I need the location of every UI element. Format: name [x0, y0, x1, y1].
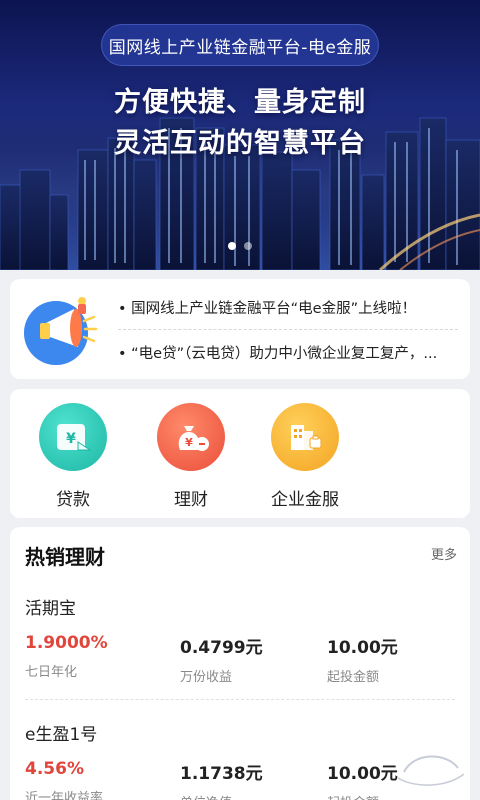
menu-item-loan[interactable]: ¥ 贷款: [18, 403, 128, 510]
rate-label: 近一年收益率: [25, 791, 104, 800]
loan-icon: ¥: [39, 403, 107, 471]
rate-value: 1.9000%: [25, 633, 108, 653]
product-card[interactable]: 活期宝 1.9000% 七日年化 0.4799元 万份收益 10.00元 起投金…: [25, 594, 455, 693]
menu-label: 企业金服: [271, 490, 339, 510]
money-bag-icon: ¥: [157, 403, 225, 471]
announcement-card: • 国网线上产业链金融平台“电e金服”上线啦！ • “电e贷”（云电贷）助力中小…: [10, 279, 470, 379]
carousel-dot-2[interactable]: [244, 242, 252, 250]
nav-value: 1.1738元: [180, 764, 263, 784]
svg-text:¥: ¥: [185, 436, 193, 449]
rate-label: 七日年化: [25, 665, 78, 680]
metric-nav: 1.1738元 单位净值: [180, 759, 263, 800]
min-invest-value: 10.00元: [327, 638, 398, 658]
metric-rate: 4.56% 近一年收益率: [25, 759, 103, 800]
announcement-item[interactable]: • 国网线上产业链金融平台“电e金服”上线啦！: [118, 297, 458, 318]
menu-label: 理财: [174, 490, 208, 510]
svg-text:¥: ¥: [66, 431, 76, 447]
section-title: 热销理财: [25, 545, 105, 569]
rate-value: 4.56%: [25, 759, 84, 779]
income-value: 0.4799元: [180, 638, 263, 658]
product-name: e生盈1号: [25, 725, 98, 745]
menu-item-wealth[interactable]: ¥ 理财: [136, 403, 246, 510]
announcement-item[interactable]: • “电e贷”（云电贷）助力中小微企业复工复产，...: [118, 342, 458, 363]
divider: [25, 699, 455, 700]
quick-menu: ¥ 贷款 ¥ 理财 企业金服: [10, 389, 470, 518]
banner-headline-1: 方便快捷、量身定制: [114, 87, 366, 118]
platform-name-pill: 国网线上产业链金融平台-电e金服: [101, 24, 379, 66]
megaphone-icon: [24, 297, 98, 365]
more-link[interactable]: 更多: [431, 544, 457, 563]
income-label: 万份收益: [180, 670, 233, 685]
menu-label: 贷款: [56, 490, 90, 510]
menu-item-corporate-finance[interactable]: 企业金服: [250, 403, 360, 510]
banner-headline-2: 灵活互动的智慧平台: [114, 128, 366, 159]
product-metrics: 1.9000% 七日年化 0.4799元 万份收益 10.00元 起投金额: [25, 633, 455, 693]
metric-min-invest: 10.00元 起投金额: [327, 633, 398, 685]
min-invest-label: 起投金额: [327, 792, 398, 800]
carousel-dot-1[interactable]: [228, 242, 236, 250]
hero-banner[interactable]: 国网线上产业链金融平台-电e金服 方便快捷、量身定制 灵活互动的智慧平台: [0, 0, 480, 270]
nav-label: 单位净值: [180, 792, 263, 800]
building-icon: [271, 403, 339, 471]
watermark-logo: [397, 755, 465, 786]
carousel-dots[interactable]: [0, 242, 480, 250]
divider: [118, 329, 458, 330]
min-invest-label: 起投金额: [327, 670, 380, 685]
metric-rate: 1.9000% 七日年化: [25, 633, 108, 680]
metric-income: 0.4799元 万份收益: [180, 633, 263, 685]
product-name: 活期宝: [25, 599, 76, 619]
